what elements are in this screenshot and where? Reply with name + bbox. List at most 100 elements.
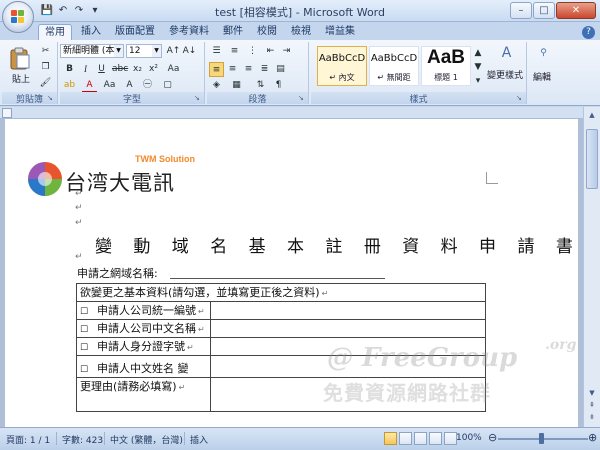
change-styles-icon[interactable]: A (499, 46, 514, 61)
superscript-button[interactable]: x² (146, 62, 161, 77)
scroll-up-icon[interactable]: ▲ (586, 109, 598, 121)
paste-button[interactable]: 貼上 (12, 72, 30, 85)
table-header-cell[interactable]: 欲變更之基本資料(請勾選，並填寫更正後之資料) ↵ (76, 283, 486, 302)
binoculars-icon[interactable]: ⚲ (536, 46, 551, 61)
word-count[interactable]: 字數: 423 (62, 433, 103, 446)
shading-icon[interactable]: ◈ (209, 78, 224, 93)
shrink-font-icon[interactable]: A↓ (182, 44, 197, 59)
checkbox-icon[interactable]: ☐ (80, 307, 89, 317)
minimize-button[interactable]: – (510, 2, 532, 19)
page-indicator[interactable]: 頁面: 1 / 1 (6, 433, 50, 446)
zoom-slider-thumb[interactable] (539, 433, 544, 444)
table-cell[interactable]: 更理由(請務必填寫) ↵ (76, 377, 211, 412)
borders-icon[interactable]: ▦ (229, 78, 244, 93)
phonetic-guide-button[interactable]: A (122, 78, 137, 93)
chevron-down-icon: ▼ (152, 45, 161, 57)
language-indicator[interactable]: 中文 (繁體，台灣) (110, 433, 183, 446)
underline-button[interactable]: U (94, 62, 109, 77)
close-button[interactable]: ✕ (556, 2, 596, 19)
domain-name-field[interactable] (170, 278, 385, 279)
numbering-icon[interactable]: ≡ (227, 44, 242, 59)
paragraph-launcher-icon[interactable]: ↘ (298, 94, 306, 102)
style-normal[interactable]: AaBbCcD ↵ 內文 (317, 46, 367, 86)
enclose-char-icon[interactable]: ㊀ (140, 78, 155, 93)
align-right-icon[interactable]: ≡ (241, 62, 256, 77)
office-button[interactable] (2, 1, 34, 33)
outline-view-icon[interactable] (429, 432, 442, 445)
tab-addins[interactable]: 增益集 (320, 24, 360, 40)
change-styles-button[interactable]: 變更樣式 (487, 68, 523, 81)
checkbox-icon[interactable]: ☐ (80, 343, 89, 353)
char-border-icon[interactable]: ▢ (160, 78, 175, 93)
tab-mailings[interactable]: 郵件 (218, 24, 248, 40)
print-layout-view-icon[interactable] (384, 432, 397, 445)
highlight-icon[interactable]: ab (62, 78, 77, 93)
tab-home[interactable]: 常用 (38, 24, 72, 40)
tab-review[interactable]: 校閱 (252, 24, 282, 40)
font-name-select[interactable]: 新細明體 (本文 ▼ (60, 44, 124, 58)
justify-icon[interactable]: ≣ (257, 62, 272, 77)
bold-button[interactable]: B (62, 62, 77, 77)
table-cell[interactable]: ☐ 申請人中文姓名 變 (76, 355, 211, 378)
clipboard-launcher-icon[interactable]: ↘ (47, 94, 55, 102)
style-no-spacing[interactable]: AaBbCcD ↵ 無間距 (369, 46, 419, 86)
show-marks-icon[interactable]: ¶ (271, 78, 286, 93)
ribbon-tabs: 常用 插入 版面配置 參考資料 郵件 校閱 檢視 增益集 ? (0, 22, 600, 40)
case-icon[interactable]: Aa (102, 78, 117, 93)
distributed-icon[interactable]: ▤ (273, 62, 288, 77)
tab-references[interactable]: 參考資料 (164, 24, 214, 40)
align-left-icon[interactable]: ≡ (209, 62, 224, 77)
increase-indent-icon[interactable]: ⇥ (279, 44, 294, 59)
next-page-icon[interactable]: ⇟ (586, 411, 598, 423)
styles-scroll-down-icon[interactable]: ▼ (473, 60, 483, 75)
format-painter-icon[interactable]: 🖌 (38, 76, 53, 91)
strikethrough-button[interactable]: abc (112, 62, 128, 77)
font-size-select[interactable]: 12 ▼ (126, 44, 162, 58)
help-icon[interactable]: ? (582, 26, 595, 39)
zoom-in-icon[interactable]: ⊕ (588, 431, 597, 444)
styles-launcher-icon[interactable]: ↘ (516, 94, 524, 102)
tab-selector-icon[interactable] (2, 108, 12, 118)
sort-icon[interactable]: ⇅ (253, 78, 268, 93)
zoom-level[interactable]: 100% (456, 433, 482, 443)
cut-icon[interactable]: ✂ (38, 44, 53, 59)
checkbox-icon[interactable]: ☐ (80, 365, 89, 375)
table-cell[interactable] (210, 301, 486, 320)
document-page[interactable]: 台湾大電訊 TWM Solution ↵ ↵ ↵ 變 動 域 名 基 本 註 冊… (5, 119, 578, 427)
styles-scroll-up-icon[interactable]: ▲ (473, 46, 483, 61)
horizontal-ruler[interactable] (0, 107, 600, 119)
italic-button[interactable]: I (78, 62, 93, 77)
insert-mode-indicator[interactable]: 插入 (190, 433, 208, 446)
decrease-indent-icon[interactable]: ⇤ (263, 44, 278, 59)
copy-icon[interactable]: ❐ (38, 60, 53, 75)
table-cell[interactable]: ☐ 申請人公司中文名稱 ↵ (76, 319, 211, 338)
paragraph-mark: ↵ (198, 307, 205, 316)
grow-font-icon[interactable]: A↑ (166, 44, 181, 59)
table-cell[interactable]: ☐ 申請人公司統一編號 ↵ (76, 301, 211, 320)
scroll-down-icon[interactable]: ▼ (586, 387, 598, 399)
clear-format-button[interactable]: Aa (166, 62, 181, 77)
prev-page-icon[interactable]: ⇞ (586, 399, 598, 411)
zoom-out-icon[interactable]: ⊖ (488, 431, 497, 444)
style-heading-1[interactable]: AaB 標題 1 (421, 46, 471, 86)
styles-more-icon[interactable]: ▾ (473, 74, 483, 89)
checkbox-icon[interactable]: ☐ (80, 325, 89, 335)
vertical-scrollbar[interactable]: ▲ ▼ ⇞ ⇟ (583, 107, 600, 427)
web-layout-icon[interactable] (414, 432, 427, 445)
table-cell[interactable] (210, 319, 486, 338)
bullets-icon[interactable]: ☰ (209, 44, 224, 59)
align-center-icon[interactable]: ≡ (225, 62, 240, 77)
paste-icon[interactable] (8, 46, 32, 70)
tab-insert[interactable]: 插入 (76, 24, 106, 40)
multilevel-list-icon[interactable]: ⋮ (245, 44, 260, 59)
table-cell[interactable]: ☐ 申請人身分證字號 ↵ (76, 337, 211, 356)
font-color-icon[interactable]: A (82, 78, 97, 93)
maximize-button[interactable]: □ (533, 2, 555, 19)
tab-page-layout[interactable]: 版面配置 (110, 24, 160, 40)
full-screen-reading-icon[interactable] (399, 432, 412, 445)
subscript-button[interactable]: x₂ (130, 62, 145, 77)
font-launcher-icon[interactable]: ↘ (194, 94, 202, 102)
scrollbar-thumb[interactable] (586, 129, 598, 189)
editing-button[interactable]: 編輯 (533, 70, 551, 83)
tab-view[interactable]: 檢視 (286, 24, 316, 40)
